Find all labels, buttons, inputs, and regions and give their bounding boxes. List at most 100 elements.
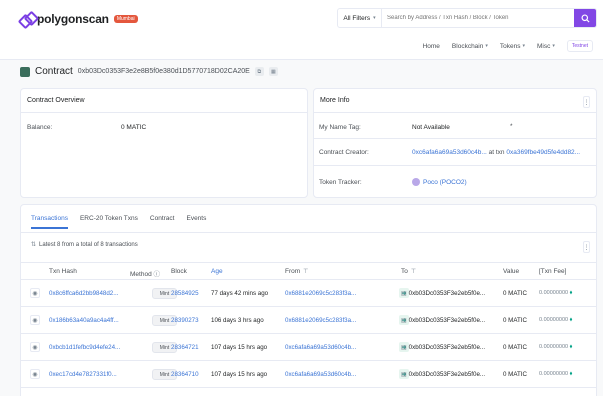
col-to: To ⊤ (401, 268, 416, 275)
col-from-label: From (285, 268, 301, 275)
txn-fee: 0.00000000 ⬧ (539, 371, 572, 378)
more-info-card: More Info ⋮ My Name Tag: Not Available *… (313, 88, 597, 198)
creator-value: 0xc6afa6a69a53d60c4b... at txn 0xa369fbe… (412, 149, 580, 156)
eye-icon[interactable]: ◉ (30, 342, 40, 352)
contract-doc-icon: ▤ (401, 291, 407, 297)
to-address-text: 0xb03Dc0353F3e2eb5f0e... (408, 371, 486, 378)
nav-blockchain-label: Blockchain (451, 42, 484, 50)
name-tag-edit[interactable]: * (510, 123, 513, 130)
nav-blockchain[interactable]: Blockchain ▾ (452, 43, 488, 50)
tab-divider (21, 232, 596, 233)
age-value: 107 days 15 hrs ago (211, 344, 268, 351)
tab-events[interactable]: Events (186, 215, 206, 229)
block-link[interactable]: 28364710 (171, 371, 199, 378)
nav-tokens-label: Tokens (499, 42, 521, 50)
search-input[interactable] (382, 9, 574, 27)
more-options-icon[interactable]: ⋮ (583, 241, 590, 253)
chevron-down-icon: ▾ (522, 43, 525, 49)
table-row: ◉ 0x186b63a40a9ac4a4ff... Mint 28390273 … (21, 307, 596, 334)
value-text: 0 MATIC (503, 344, 527, 351)
to-address[interactable]: ▤ 0xb03Dc0353F3e2eb5f0e... (401, 317, 485, 324)
txn-hash-link[interactable]: 0xec17cd4e7827331f0... (49, 371, 117, 378)
search-button[interactable] (574, 9, 596, 27)
fee-value: 0.00000000 (539, 290, 569, 296)
contract-overview-card: Contract Overview Balance: 0 MATIC (20, 88, 308, 198)
tab-erc20-token-txns[interactable]: ERC-20 Token Txns (80, 215, 138, 229)
chevron-down-icon: ▾ (552, 43, 555, 49)
table-row: ◉ 0xec17cd4e7827331f0... Mint 28364710 1… (21, 361, 596, 388)
eye-icon[interactable]: ◉ (30, 288, 40, 298)
from-address-link[interactable]: 0x6881e2069c5c283f3a... (285, 290, 356, 297)
to-address-text: 0xb03Dc0353F3e2eb5f0e... (408, 344, 486, 351)
search-filter-dropdown[interactable]: All Filters ▾ (338, 9, 382, 27)
eye-icon[interactable]: ◉ (30, 369, 40, 379)
nav-home-label: Home (422, 42, 440, 50)
txn-hash-link[interactable]: 0x186b63a40a9ac4a4ff... (49, 317, 119, 324)
testnet-button[interactable]: Testnet (566, 40, 593, 52)
col-block: Block (171, 268, 187, 275)
transactions-card: Transactions ERC-20 Token Txns Contract … (20, 204, 597, 396)
block-link[interactable]: 28584925 (171, 290, 199, 297)
nav-tokens[interactable]: Tokens ▾ (500, 43, 525, 50)
polygon-logo-icon (20, 13, 34, 25)
more-options-icon[interactable]: ⋮ (583, 96, 590, 108)
nav-misc-label: Misc (537, 42, 551, 50)
eye-icon[interactable]: ◉ (30, 315, 40, 325)
nav-misc[interactable]: Misc ▾ (537, 43, 555, 50)
to-address-text: 0xb03Dc0353F3e2eb5f0e... (408, 290, 486, 297)
chevron-down-icon: ▾ (373, 15, 376, 21)
txn-hash-link[interactable]: 0xbcb1d1fefbc9d4efe24... (49, 344, 120, 351)
fee-value: 0.00000000 (539, 371, 569, 377)
info-icon[interactable]: ⓘ (154, 271, 161, 278)
table-row: ◉ 0x8c6ffca6d2bb9848d2... Mint 28584925 … (21, 280, 596, 307)
token-logo-icon (412, 178, 420, 186)
filter-icon[interactable]: ⊤ (303, 269, 308, 275)
card-title: More Info (314, 89, 596, 113)
table-header: Txn Hash Method ⓘ Block Age From ⊤ To ⊤ Va… (21, 262, 596, 280)
filter-icon[interactable]: ⊤ (411, 269, 416, 275)
search-bar: All Filters ▾ (337, 8, 597, 28)
tab-transactions[interactable]: Transactions (31, 215, 68, 229)
copy-icon[interactable]: ⧉ (254, 67, 264, 76)
network-badge: Mumbai (113, 15, 138, 23)
qr-code-icon[interactable]: ▦ (268, 67, 278, 76)
to-address[interactable]: ▤ 0xb03Dc0353F3e2eb5f0e... (401, 371, 485, 378)
from-address-link[interactable]: 0xc6afa6a69a53d60c4b... (285, 344, 356, 351)
to-address-text: 0xb03Dc0353F3e2eb5f0e... (408, 317, 486, 324)
col-txn-hash: Txn Hash (49, 268, 77, 275)
token-tracker-link[interactable]: Poco (POCO2) (423, 179, 467, 186)
contract-icon (20, 66, 30, 77)
table-row: ◉ 0xbcb1d1fefbc9d4efe24... Mint 28364721… (21, 334, 596, 361)
card-title: Contract Overview (21, 89, 307, 113)
fee-value: 0.00000000 (539, 344, 569, 350)
age-value: 107 days 15 hrs ago (211, 371, 268, 378)
main-nav: Home Blockchain ▾ Tokens ▾ Misc ▾ Testnet (423, 40, 593, 52)
to-address[interactable]: ▤ 0xb03Dc0353F3e2eb5f0e... (401, 344, 485, 351)
value-text: 0 MATIC (503, 317, 527, 324)
tab-contract[interactable]: Contract (150, 215, 175, 229)
latest-text: Latest 8 from a total of 8 transactions (39, 241, 138, 248)
age-value: 77 days 42 mins ago (211, 290, 269, 297)
gas-icon: ⬧ (569, 317, 573, 323)
block-link[interactable]: 28390273 (171, 317, 199, 324)
nav-home[interactable]: Home (423, 43, 440, 50)
creator-label: Contract Creator: (319, 149, 369, 156)
token-tracker-label: Token Tracker: (319, 179, 362, 186)
search-icon (580, 13, 590, 23)
col-age[interactable]: Age (211, 268, 223, 275)
from-address-link[interactable]: 0x6881e2069c5c283f3a... (285, 317, 356, 324)
col-method: Method ⓘ (130, 268, 160, 278)
to-address[interactable]: ▤ 0xb03Dc0353F3e2eb5f0e... (401, 290, 485, 297)
txn-fee: 0.00000000 ⬧ (539, 317, 572, 324)
col-method-label: Method (130, 271, 152, 278)
txn-hash-link[interactable]: 0x8c6ffca6d2bb9848d2... (49, 290, 118, 297)
creator-txn-link[interactable]: 0xa369fbe49d5fe4dd82... (506, 149, 580, 156)
gas-icon: ⬧ (569, 290, 573, 296)
block-link[interactable]: 28364721 (171, 344, 199, 351)
gas-icon: ⬧ (569, 344, 573, 350)
creator-address-link[interactable]: 0xc6afa6a69a53d60c4b... (412, 149, 487, 156)
polygonscan-logo[interactable]: polygonscan Mumbai (20, 12, 138, 26)
from-address-link[interactable]: 0xc6afa6a69a53d60c4b... (285, 371, 356, 378)
gas-icon: ⬧ (569, 371, 573, 377)
col-txn-fee[interactable]: [Txn Fee] (539, 268, 566, 275)
